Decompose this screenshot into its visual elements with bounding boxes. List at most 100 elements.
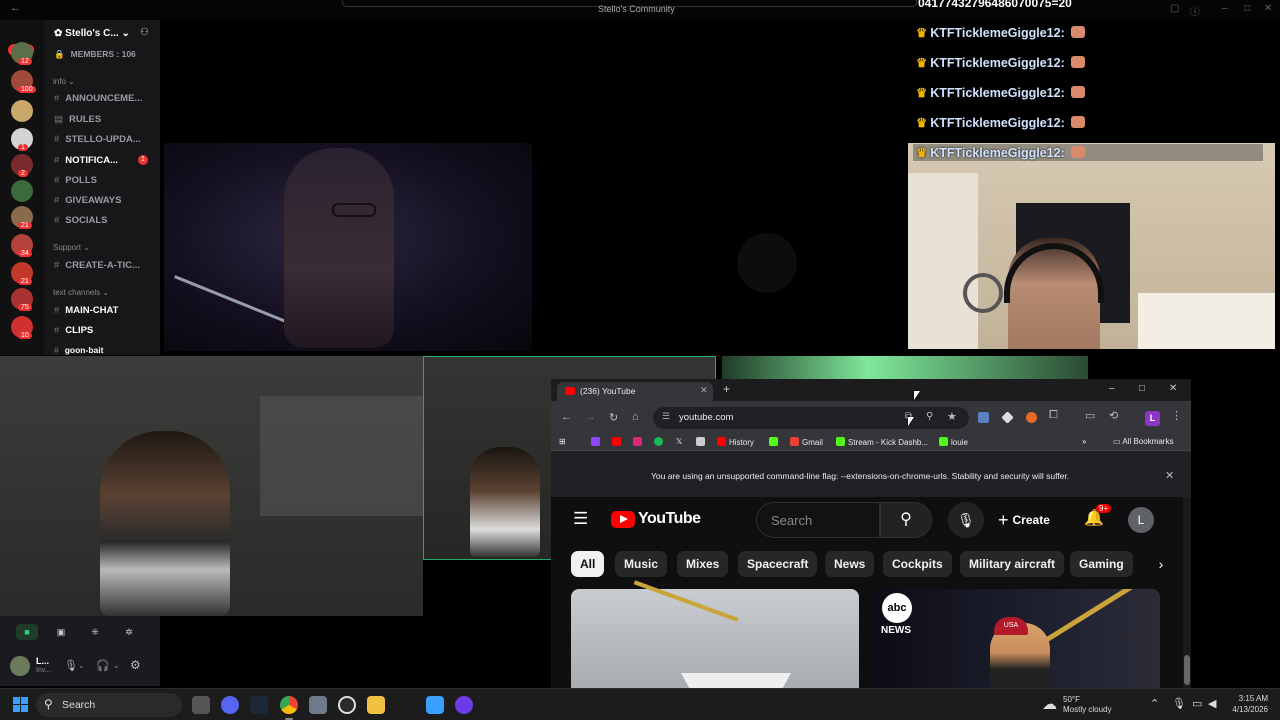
maximize-icon[interactable]: □: [1139, 383, 1145, 394]
forward-icon[interactable]: →: [585, 411, 596, 423]
extension-icon[interactable]: [1001, 411, 1014, 424]
search-input[interactable]: Search: [756, 502, 880, 538]
channel-clips[interactable]: # CLIPS: [54, 325, 93, 336]
close-infobar-icon[interactable]: ✕: [1165, 469, 1174, 482]
channel-rules[interactable]: ▤ RULES: [54, 114, 101, 125]
chip-music[interactable]: Music: [615, 551, 668, 577]
chip-military-aircraft[interactable]: Military aircraft: [960, 551, 1065, 577]
extension-icon[interactable]: [1026, 412, 1037, 423]
video-tile-dark[interactable]: [532, 143, 908, 351]
apps-grid-icon[interactable]: ⊞: [559, 437, 566, 446]
chevron-right-icon[interactable]: ›: [1148, 551, 1174, 577]
app-icon[interactable]: [426, 696, 444, 714]
channel-polls[interactable]: # POLLS: [54, 175, 97, 186]
reload-icon[interactable]: ↻: [609, 411, 618, 424]
server-icon[interactable]: [11, 100, 33, 122]
headphones-icon[interactable]: 🎧: [96, 659, 110, 672]
chevron-down-icon[interactable]: ⌄: [78, 661, 85, 670]
youtube-logo-text[interactable]: YouTube: [638, 510, 701, 528]
side-panel-icon[interactable]: ▭: [1085, 409, 1095, 422]
extensions-puzzle-icon[interactable]: ⧠: [1049, 409, 1058, 422]
clock-date[interactable]: 4/13/2026: [1218, 705, 1268, 714]
channel-socials[interactable]: # SOCIALS: [54, 215, 108, 226]
chevron-down-icon[interactable]: ⌄: [113, 661, 120, 670]
camera-icon[interactable]: ■: [16, 624, 38, 640]
activities-icon[interactable]: ⁜: [84, 624, 106, 640]
screen-share-icon[interactable]: ▣: [50, 624, 72, 640]
address-bar[interactable]: ☰ youtube.com ⧉ ⚲ ★: [653, 407, 969, 429]
video-tile-streamer-d[interactable]: [0, 356, 423, 616]
chip-mixes[interactable]: Mixes: [677, 551, 729, 577]
extension-icon[interactable]: [978, 412, 989, 423]
discord-app-icon[interactable]: [221, 696, 239, 714]
voice-search-button[interactable]: 🎙: [948, 502, 984, 538]
site-info-icon[interactable]: ☰: [662, 411, 670, 422]
more-bookmarks-icon[interactable]: »: [1082, 437, 1086, 446]
video-thumbnail[interactable]: abc NEWS USA: [872, 589, 1160, 689]
scrollbar[interactable]: [1183, 497, 1191, 689]
profile-avatar[interactable]: L: [1145, 411, 1160, 426]
task-view-icon[interactable]: [192, 696, 210, 714]
back-arrow-icon[interactable]: ←: [10, 2, 21, 14]
minimize-icon[interactable]: –: [1109, 383, 1115, 394]
windows-start-icon[interactable]: [13, 697, 29, 713]
chip-cockpits[interactable]: Cockpits: [883, 551, 952, 577]
chrome-app-icon[interactable]: [280, 696, 298, 720]
account-avatar[interactable]: L: [1128, 507, 1154, 533]
close-window-icon[interactable]: ✕: [1169, 383, 1177, 394]
bookmark-instagram[interactable]: [633, 437, 645, 447]
history-icon[interactable]: ⟲: [1109, 409, 1118, 422]
new-tab-icon[interactable]: +: [723, 382, 730, 396]
more-menu-icon[interactable]: ⋮: [1171, 409, 1182, 422]
bookmark-spotify[interactable]: [654, 437, 666, 447]
channel-stello-updates[interactable]: # STELLO-UPDA...: [54, 134, 141, 145]
add-member-icon[interactable]: ⚇: [140, 27, 149, 38]
network-icon[interactable]: ▭: [1192, 697, 1202, 710]
steam-app-icon[interactable]: [250, 696, 268, 714]
settings-gear-icon[interactable]: ⚙: [130, 658, 141, 672]
weather-cloud-icon[interactable]: ☁: [1042, 695, 1057, 713]
home-icon[interactable]: ⌂: [632, 411, 639, 423]
chip-spacecraft[interactable]: Spacecraft: [738, 551, 818, 577]
chip-gaming[interactable]: Gaming: [1070, 551, 1133, 577]
soundboard-icon[interactable]: ✲: [118, 624, 140, 640]
bookmark-stream-dashboard[interactable]: Stream - Kick Dashb...: [836, 437, 928, 447]
video-tile-streamer-c[interactable]: [908, 143, 1275, 349]
server-icon[interactable]: [11, 180, 33, 202]
microphone-icon[interactable]: 🎙: [1172, 697, 1186, 710]
avatar[interactable]: [10, 656, 30, 676]
video-tile-green[interactable]: [722, 356, 1088, 380]
channel-giveaways[interactable]: # GIVEAWAYS: [54, 195, 121, 206]
bookmark-kick[interactable]: [769, 437, 781, 447]
bookmark-star-icon[interactable]: ★: [947, 410, 957, 423]
channel-announcements[interactable]: # ANNOUNCEME...: [54, 93, 142, 104]
bookmark-louie[interactable]: louie: [939, 437, 968, 447]
chip-news[interactable]: News: [825, 551, 875, 577]
obs-app-icon[interactable]: [338, 696, 356, 714]
microphone-icon[interactable]: 🎙: [64, 659, 78, 672]
clock-time[interactable]: 3:15 AM: [1218, 694, 1268, 703]
tab-youtube[interactable]: (236) YouTube ✕: [557, 382, 713, 401]
channel-main-chat[interactable]: # MAIN-CHAT: [54, 305, 118, 316]
chevron-up-icon[interactable]: ⌃: [1150, 697, 1159, 710]
channel-create-a-ticket[interactable]: # CREATE-A-TIC...: [54, 260, 140, 271]
category-text-channels[interactable]: text channels ⌄: [53, 288, 109, 297]
chip-all[interactable]: All: [571, 551, 605, 577]
create-button[interactable]: + Create: [994, 505, 1062, 535]
back-icon[interactable]: ←: [561, 411, 572, 423]
bookmark-gmail[interactable]: Gmail: [790, 437, 823, 447]
all-bookmarks[interactable]: ▭ All Bookmarks: [1113, 437, 1173, 446]
settings-app-icon[interactable]: [309, 696, 327, 714]
channel-goon-bait[interactable]: # goon-bait: [54, 345, 103, 355]
bookmark-x[interactable]: 𝕏: [676, 437, 682, 446]
app-icon[interactable]: [455, 696, 473, 714]
channel-notifications[interactable]: # NOTIFICA...: [54, 155, 118, 166]
youtube-logo-icon[interactable]: [611, 511, 635, 528]
hamburger-menu-icon[interactable]: ☰: [573, 509, 588, 529]
volume-icon[interactable]: ◀: [1208, 697, 1216, 710]
scrollbar-thumb[interactable]: [1184, 655, 1190, 685]
taskbar-search[interactable]: ⚲ Search: [36, 693, 182, 717]
close-tab-icon[interactable]: ✕: [700, 385, 708, 396]
file-explorer-icon[interactable]: [367, 696, 385, 714]
search-button[interactable]: ⚲: [880, 502, 932, 538]
